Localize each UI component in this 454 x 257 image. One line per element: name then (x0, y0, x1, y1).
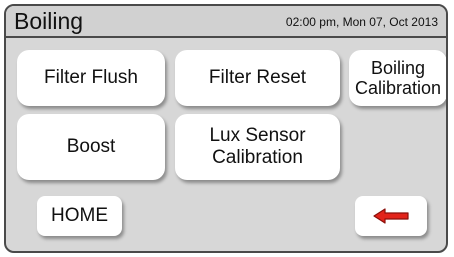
filter-flush-button[interactable]: Filter Flush (17, 50, 165, 106)
datetime-display: 02:00 pm, Mon 07, Oct 2013 (285, 15, 438, 29)
boost-label: Boost (66, 136, 116, 157)
lux-sensor-calibration-button[interactable]: Lux Sensor Calibration (175, 114, 340, 180)
boiling-calibration-button[interactable]: Boiling Calibration (349, 50, 446, 106)
page-title: Boiling (14, 8, 84, 34)
touch-screen: Boiling 02:00 pm, Mon 07, Oct 2013 Filte… (4, 4, 448, 253)
boiling-calibration-label: Boiling Calibration (354, 58, 442, 98)
boost-button[interactable]: Boost (17, 114, 165, 180)
lux-sensor-calibration-label: Lux Sensor Calibration (209, 125, 306, 168)
filter-flush-label: Filter Flush (44, 67, 138, 88)
header-bar: Boiling 02:00 pm, Mon 07, Oct 2013 (6, 6, 446, 38)
filter-reset-label: Filter Reset (208, 67, 307, 88)
home-label: HOME (51, 205, 108, 226)
back-button[interactable] (355, 196, 427, 236)
filter-reset-button[interactable]: Filter Reset (175, 50, 340, 106)
back-arrow-icon (373, 208, 409, 224)
home-button[interactable]: HOME (37, 196, 122, 236)
